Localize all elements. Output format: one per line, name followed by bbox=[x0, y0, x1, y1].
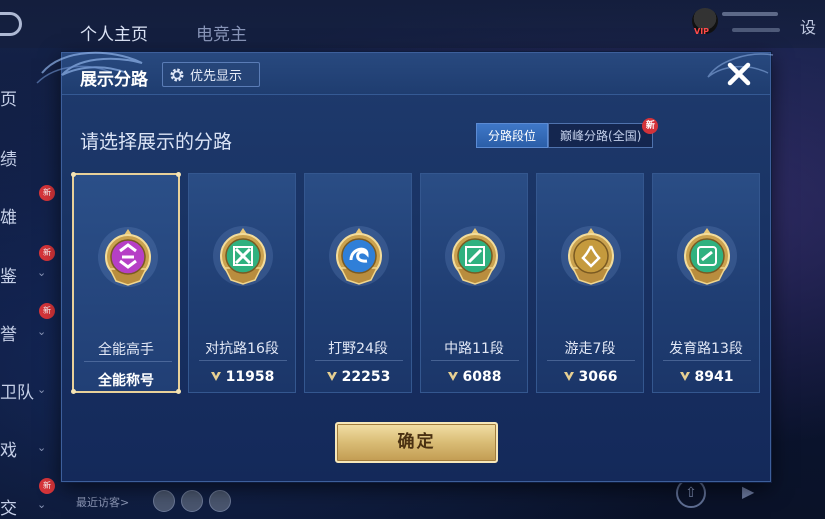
lane-display-dialog: 展示分路 优先显示 请选择展示的分路 分路段位 巅峰分路(全国) 新 全能高手全… bbox=[36, 51, 774, 482]
rank-points-icon bbox=[679, 372, 690, 381]
lane-score: 8941 bbox=[653, 369, 759, 385]
new-badge: 新 bbox=[39, 303, 55, 319]
card-divider bbox=[315, 360, 403, 361]
rank-points-icon bbox=[326, 372, 337, 381]
lane-card[interactable]: 中路11段 6088 bbox=[420, 173, 528, 393]
new-badge: 新 bbox=[642, 118, 659, 134]
lane-rank-name: 中路11段 bbox=[444, 341, 504, 357]
scroll-up-button[interactable]: ⇧ bbox=[676, 478, 706, 508]
dialog-title: 展示分路 bbox=[80, 70, 148, 90]
vip-label: VIP bbox=[694, 27, 710, 36]
player-info-line bbox=[722, 12, 778, 16]
select-lane-subtitle: 请选择展示的分路 bbox=[80, 131, 233, 153]
settings-label[interactable]: 设 bbox=[800, 14, 816, 38]
new-badge: 新 bbox=[39, 478, 55, 494]
priority-display-button[interactable]: 优先显示 bbox=[162, 62, 260, 87]
lane-score-value: 11958 bbox=[225, 369, 275, 385]
lane-rank-name: 游走7段 bbox=[564, 341, 616, 357]
side-item-collection[interactable]: 鉴 bbox=[0, 262, 17, 287]
lane-score-value: 22253 bbox=[341, 369, 391, 385]
lane-score: 全能称号 bbox=[74, 370, 178, 390]
lane-score-value: 6088 bbox=[462, 369, 502, 385]
card-divider bbox=[84, 361, 172, 362]
rank-emblem-icon bbox=[445, 226, 505, 286]
chevron-down-icon: ⌄ bbox=[37, 383, 47, 396]
rank-points-icon bbox=[563, 372, 574, 381]
rank-emblem-icon bbox=[329, 226, 389, 286]
visitor-avatar[interactable] bbox=[209, 490, 231, 512]
rank-points-icon bbox=[210, 372, 221, 381]
tab-peak-lane[interactable]: 巅峰分路(全国) 新 bbox=[548, 118, 659, 148]
rank-emblem-icon bbox=[677, 226, 737, 286]
chevron-down-icon: ⌄ bbox=[37, 498, 47, 511]
lane-rank-name: 对抗路16段 bbox=[205, 341, 279, 357]
play-icon[interactable]: ▶ bbox=[742, 482, 754, 501]
lane-card[interactable]: 对抗路16段 11958 bbox=[188, 173, 296, 393]
tab-personal-home[interactable]: 个人主页 bbox=[80, 20, 148, 45]
rank-emblem-icon bbox=[561, 226, 621, 286]
gear-icon bbox=[170, 68, 184, 81]
lane-score: 6088 bbox=[421, 369, 527, 385]
tab-esports[interactable]: 电竞主 bbox=[196, 20, 247, 45]
side-item-home[interactable]: 页 bbox=[0, 85, 17, 110]
new-badge: 新 bbox=[39, 185, 55, 201]
back-logo-icon[interactable] bbox=[0, 12, 22, 36]
lane-card[interactable]: 打野24段 22253 bbox=[304, 173, 412, 393]
chevron-down-icon: ⌄ bbox=[37, 325, 47, 338]
lane-mode-tabs: 分路段位 巅峰分路(全国) 新 bbox=[476, 118, 659, 148]
lane-card[interactable]: 游走7段 3066 bbox=[536, 173, 644, 393]
rank-points-icon bbox=[447, 372, 458, 381]
side-item-honor[interactable]: 誉 bbox=[0, 320, 17, 345]
tab-peak-lane-label: 巅峰分路(全国) bbox=[560, 129, 642, 143]
card-divider bbox=[199, 360, 287, 361]
lane-card[interactable]: 全能高手 全能称号 bbox=[71, 172, 181, 394]
card-divider bbox=[547, 360, 635, 361]
visitor-avatar[interactable] bbox=[153, 490, 175, 512]
side-item-social[interactable]: 交 bbox=[0, 494, 17, 519]
lane-rank-name: 全能高手 bbox=[98, 342, 154, 358]
rank-emblem-icon bbox=[98, 227, 158, 287]
tab-lane-rank[interactable]: 分路段位 bbox=[476, 123, 549, 148]
player-info-line-2 bbox=[732, 28, 780, 32]
chevron-down-icon: ⌄ bbox=[37, 266, 47, 279]
card-divider bbox=[663, 360, 751, 361]
close-icon[interactable] bbox=[722, 57, 756, 91]
side-item-game[interactable]: 戏 bbox=[0, 436, 17, 461]
lane-score: 3066 bbox=[537, 369, 643, 385]
visitor-avatar[interactable] bbox=[181, 490, 203, 512]
lane-card[interactable]: 发育路13段 8941 bbox=[652, 173, 760, 393]
new-badge: 新 bbox=[39, 245, 55, 261]
lane-score: 11958 bbox=[189, 369, 295, 385]
recent-visitors-label[interactable]: 最近访客> bbox=[76, 494, 129, 510]
side-item-hero[interactable]: 雄 bbox=[0, 203, 17, 228]
lane-score: 22253 bbox=[305, 369, 411, 385]
side-item-team[interactable]: 卫队 bbox=[0, 378, 34, 403]
selected-corner-marker bbox=[71, 172, 76, 177]
priority-display-label: 优先显示 bbox=[190, 69, 243, 84]
card-divider bbox=[431, 360, 519, 361]
lane-score-value: 全能称号 bbox=[98, 373, 154, 389]
lane-rank-name: 打野24段 bbox=[328, 341, 388, 357]
confirm-button[interactable]: 确定 bbox=[335, 422, 498, 463]
selected-corner-marker bbox=[176, 172, 181, 177]
rank-emblem-icon bbox=[213, 226, 273, 286]
side-item-record[interactable]: 绩 bbox=[0, 145, 17, 170]
background-top-bar: 个人主页 电竞主 VIP 设 bbox=[0, 0, 825, 48]
lane-score-value: 8941 bbox=[694, 369, 734, 385]
chevron-down-icon: ⌄ bbox=[37, 441, 47, 454]
lane-rank-name: 发育路13段 bbox=[669, 341, 743, 357]
lane-score-value: 3066 bbox=[578, 369, 618, 385]
